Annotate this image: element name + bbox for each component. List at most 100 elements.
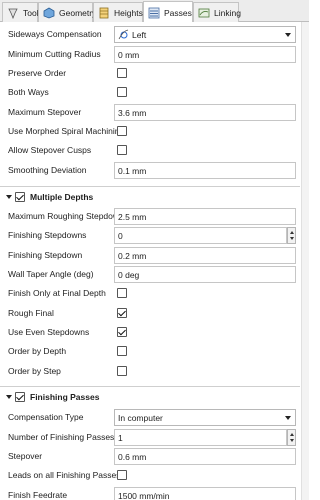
tab-linking[interactable]: Linking — [193, 2, 241, 22]
passes-icon — [148, 7, 160, 19]
both-ways-checkbox[interactable] — [117, 87, 127, 97]
wall-taper-angle-row: Wall Taper Angle (deg) 0 deg — [0, 265, 300, 284]
tab-geometry-label: Geometry — [59, 7, 97, 18]
preserve-order-row: Preserve Order — [0, 64, 300, 83]
num-finishing-passes-input[interactable]: 1 — [114, 429, 287, 446]
finishing-passes-title: Finishing Passes — [30, 392, 100, 402]
even-stepdowns-label: Use Even Stepdowns — [8, 327, 90, 337]
finishing-stepdowns-input[interactable]: 0 — [114, 227, 287, 244]
linking-icon — [198, 7, 210, 19]
tab-linking-label: Linking — [214, 7, 241, 18]
tab-tool[interactable]: Tool — [2, 2, 39, 22]
order-by-depth-checkbox[interactable] — [117, 346, 127, 356]
preserve-order-label: Preserve Order — [8, 68, 67, 78]
tab-tool-label: Tool — [23, 7, 39, 18]
even-stepdowns-checkbox[interactable] — [117, 327, 127, 337]
stepover-cusps-row: Allow Stepover Cusps — [0, 141, 300, 160]
even-stepdowns-row: Use Even Stepdowns — [0, 323, 300, 342]
vertical-scrollbar[interactable] — [301, 22, 309, 500]
order-by-depth-label: Order by Depth — [8, 346, 67, 356]
multiple-depths-header[interactable]: Multiple Depths — [0, 188, 300, 208]
stepover-cusps-label: Allow Stepover Cusps — [8, 145, 92, 155]
sideways-compensation-row: Sideways Compensation Left — [0, 25, 300, 44]
geometry-icon — [43, 7, 55, 19]
order-by-step-checkbox[interactable] — [117, 366, 127, 376]
max-roughing-stepdown-row: Maximum Roughing Stepdown 2.5 mm — [0, 207, 300, 226]
sideways-compensation-label: Sideways Compensation — [8, 29, 102, 39]
rough-final-label: Rough Final — [8, 308, 54, 318]
finish-feedrate-input[interactable]: 1500 mm/min — [114, 487, 296, 500]
num-finishing-passes-row: Number of Finishing Passes 1 — [0, 428, 300, 447]
left-compensation-icon — [118, 29, 129, 40]
finish-feedrate-row: Finish Feedrate 1500 mm/min — [0, 486, 300, 500]
min-cutting-radius-label: Minimum Cutting Radius — [8, 49, 101, 59]
finishing-passes-header[interactable]: Finishing Passes — [0, 388, 300, 408]
compensation-type-select[interactable]: In computer — [114, 409, 296, 426]
passes-panel: Sideways Compensation Left Minimum Cutti… — [0, 22, 309, 500]
finishing-passes-checkbox[interactable] — [15, 392, 25, 402]
heights-icon — [98, 7, 110, 19]
sideways-compensation-select[interactable]: Left — [114, 26, 296, 43]
spin-up-icon[interactable] — [290, 433, 294, 436]
leads-on-all-checkbox[interactable] — [117, 470, 127, 480]
rough-final-checkbox[interactable] — [117, 308, 127, 318]
max-stepover-row: Maximum Stepover 3.6 mm — [0, 103, 300, 122]
finish-only-final-row: Finish Only at Final Depth — [0, 284, 300, 303]
collapse-triangle-icon[interactable] — [6, 195, 12, 199]
max-stepover-label: Maximum Stepover — [8, 107, 82, 117]
finishing-stepdown-input[interactable]: 0.2 mm — [114, 247, 296, 264]
finishing-stepdown-row: Finishing Stepdown 0.2 mm — [0, 246, 300, 265]
multiple-depths-title: Multiple Depths — [30, 192, 94, 202]
collapse-triangle-icon[interactable] — [6, 395, 12, 399]
sideways-compensation-value: Left — [132, 29, 147, 40]
min-cutting-radius-input[interactable]: 0 mm — [114, 46, 296, 63]
stepover-input[interactable]: 0.6 mm — [114, 448, 296, 465]
compensation-type-label: Compensation Type — [8, 412, 84, 422]
chevron-down-icon — [285, 33, 291, 37]
tab-heights[interactable]: Heights — [93, 2, 143, 22]
multiple-depths-checkbox[interactable] — [15, 192, 25, 202]
tab-geometry[interactable]: Geometry — [38, 2, 97, 22]
wall-taper-angle-input[interactable]: 0 deg — [114, 266, 296, 283]
max-roughing-stepdown-input[interactable]: 2.5 mm — [114, 208, 296, 225]
spin-down-icon[interactable] — [290, 237, 294, 240]
order-by-depth-row: Order by Depth — [0, 342, 300, 361]
leads-on-all-label: Leads on all Finishing Passes — [8, 470, 121, 480]
section-divider — [0, 386, 300, 387]
smoothing-deviation-row: Smoothing Deviation 0.1 mm — [0, 161, 300, 180]
morphed-spiral-checkbox[interactable] — [117, 126, 127, 136]
stepover-cusps-checkbox[interactable] — [117, 145, 127, 155]
num-finishing-passes-label: Number of Finishing Passes — [8, 432, 115, 442]
finish-only-final-label: Finish Only at Final Depth — [8, 288, 106, 298]
smoothing-deviation-label: Smoothing Deviation — [8, 165, 87, 175]
tab-passes[interactable]: Passes — [143, 1, 193, 23]
tab-passes-label: Passes — [164, 7, 192, 18]
spin-up-icon[interactable] — [290, 231, 294, 234]
finish-only-final-checkbox[interactable] — [117, 288, 127, 298]
finishing-stepdowns-row: Finishing Stepdowns 0 — [0, 226, 300, 245]
chevron-down-icon — [285, 416, 291, 420]
stepover-row: Stepover 0.6 mm — [0, 447, 300, 466]
morphed-spiral-row: Use Morphed Spiral Machining — [0, 122, 300, 141]
smoothing-deviation-input[interactable]: 0.1 mm — [114, 162, 296, 179]
min-cutting-radius-row: Minimum Cutting Radius 0 mm — [0, 45, 300, 64]
wall-taper-angle-label: Wall Taper Angle (deg) — [8, 269, 94, 279]
order-by-step-label: Order by Step — [8, 366, 61, 376]
max-stepover-input[interactable]: 3.6 mm — [114, 104, 296, 121]
order-by-step-row: Order by Step — [0, 362, 300, 381]
tool-icon — [7, 7, 19, 19]
stepover-label: Stepover — [8, 451, 43, 461]
compensation-type-value: In computer — [118, 412, 163, 423]
tab-heights-label: Heights — [114, 7, 143, 18]
section-divider — [0, 186, 300, 187]
spin-down-icon[interactable] — [290, 439, 294, 442]
finishing-stepdown-label: Finishing Stepdown — [8, 250, 83, 260]
num-finishing-passes-spinner[interactable] — [287, 429, 296, 446]
finishing-stepdowns-spinner[interactable] — [287, 227, 296, 244]
compensation-type-row: Compensation Type In computer — [0, 408, 300, 427]
max-roughing-stepdown-label: Maximum Roughing Stepdown — [8, 211, 124, 221]
rough-final-row: Rough Final — [0, 304, 300, 323]
finish-feedrate-label: Finish Feedrate — [8, 490, 68, 500]
preserve-order-checkbox[interactable] — [117, 68, 127, 78]
tab-bar: Tool Geometry Heights Passes Linking — [0, 0, 309, 23]
